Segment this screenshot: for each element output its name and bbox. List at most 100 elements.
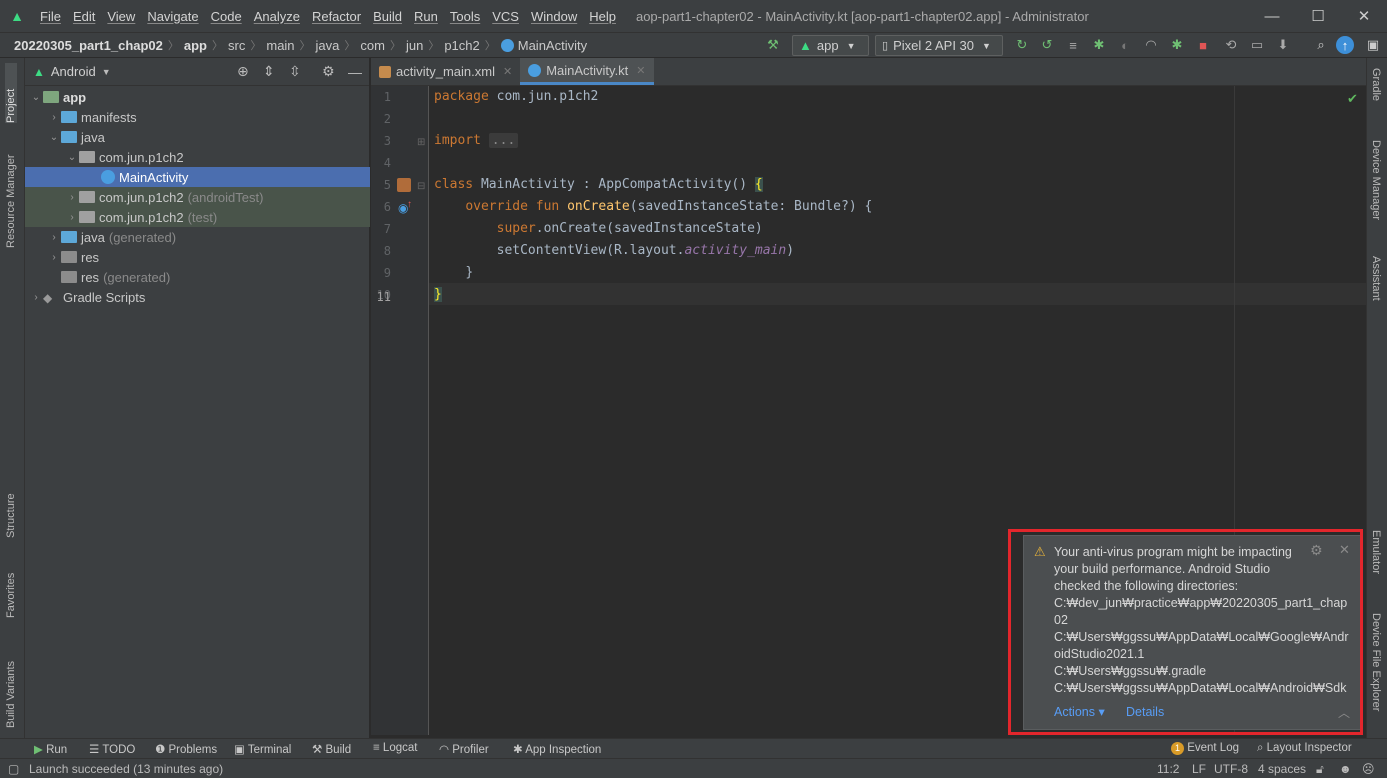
caret-position[interactable]: 11:2 [1157,762,1179,776]
tree-item-java-generated[interactable]: › java (generated) [25,227,370,247]
details-link[interactable]: Details [1126,704,1164,721]
tool-terminal[interactable]: ▣ Terminal [234,742,291,756]
sdk-manager-icon[interactable]: ⬇ [1272,34,1294,56]
tab-structure[interactable]: Structure [5,473,17,538]
search-icon[interactable]: ⌕ [1310,34,1332,56]
close-tab-icon[interactable]: ✕ [636,64,645,77]
chevron-up-icon[interactable]: ︿ [1338,704,1350,721]
collapse-all-icon[interactable]: ⇳ [289,63,301,80]
tool-profiler[interactable]: ◠ Profiler [439,742,489,756]
stop-icon[interactable]: ■ [1192,34,1214,56]
breadcrumb-mainactivity[interactable]: MainActivity [518,38,587,53]
indent-setting[interactable]: 4 spaces [1258,762,1306,776]
expand-all-icon[interactable]: ⇕ [263,63,275,80]
tool-run[interactable]: ▶ Run [34,742,67,756]
update-icon[interactable]: ↑ [1336,36,1354,54]
menu-analyze[interactable]: Analyze [248,9,306,24]
status-message[interactable]: Launch succeeded (13 minutes ago) [29,762,223,776]
close-icon[interactable]: ✕ [1341,0,1387,32]
breadcrumb-jun[interactable]: jun [406,38,423,53]
breadcrumb-src[interactable]: src [228,38,245,53]
chevron-down-icon[interactable]: ⌄ [29,92,43,103]
coverage-icon[interactable]: ≡ [1062,34,1084,56]
fold-icon[interactable]: ⊞ [417,137,425,148]
tool-todo[interactable]: ☰ TODO [89,742,135,756]
menu-code[interactable]: Code [205,9,248,24]
tab-gradle[interactable]: Gradle [1370,68,1382,101]
tree-item-res[interactable]: › res [25,247,370,267]
account-icon[interactable]: ▣ [1362,34,1384,56]
breadcrumb-java[interactable]: java [316,38,340,53]
tool-app-inspection[interactable]: ✱ App Inspection [513,742,601,756]
tab-mainactivity-kt[interactable]: MainActivity.kt ✕ [520,58,654,85]
tab-device-manager[interactable]: Device Manager [1370,140,1382,220]
inspection-face-icon[interactable]: ☻ [1339,762,1352,776]
menu-help[interactable]: Help [583,9,622,24]
close-tab-icon[interactable]: ✕ [503,65,512,78]
tool-layout-inspector[interactable]: ⌕ Layout Inspector [1257,742,1352,755]
debug-icon[interactable]: ✱ [1088,34,1110,56]
inspection-ok-icon[interactable]: ✔ [1347,91,1358,107]
breadcrumb-project[interactable]: 20220305_part1_chap02 [14,38,163,53]
layout-xml-gutter-icon[interactable] [397,178,411,192]
tab-favorites[interactable]: Favorites [5,553,17,618]
apply-changes-icon[interactable]: ↻ [1011,34,1033,56]
chevron-right-icon[interactable]: › [47,252,61,263]
menu-edit[interactable]: Edit [67,9,101,24]
attach-process-icon[interactable]: ✱ [1166,34,1188,56]
breadcrumb-main[interactable]: main [266,38,294,53]
tab-emulator[interactable]: Emulator [1370,530,1382,574]
tab-device-file-explorer[interactable]: Device File Explorer [1370,613,1382,711]
tree-item-manifests[interactable]: › manifests [25,107,370,127]
tree-item-package-main[interactable]: ⌄ com.jun.p1ch2 [25,147,370,167]
chevron-right-icon[interactable]: › [29,292,43,303]
chevron-right-icon[interactable]: › [65,192,79,203]
tab-resource-manager[interactable]: Resource Manager [5,138,17,248]
chevron-right-icon[interactable]: › [47,112,61,123]
menu-view[interactable]: View [101,9,141,24]
hide-panel-icon[interactable]: — [348,64,362,80]
menu-build[interactable]: Build [367,9,408,24]
file-encoding[interactable]: UTF-8 [1214,762,1248,776]
build-hammer-icon[interactable]: ⚒ [762,34,784,56]
device-manager-icon[interactable]: ▭ [1246,34,1268,56]
menu-file[interactable]: File [34,9,67,24]
actions-link[interactable]: Actions ▾ [1054,704,1105,721]
run-config-selector[interactable]: ▲ app ▼ [792,35,869,56]
sync-gradle-icon[interactable]: ⟲ [1220,34,1242,56]
toggle-tool-windows-icon[interactable]: ▢ [8,762,19,776]
tree-item-java[interactable]: ⌄ java [25,127,370,147]
tree-item-gradle-scripts[interactable]: › ◆ Gradle Scripts [25,287,370,307]
tool-event-log[interactable]: 1 Event Log [1171,742,1239,755]
project-view-selector[interactable]: Android [51,64,96,79]
tab-build-variants[interactable]: Build Variants [5,633,17,728]
chevron-down-icon[interactable]: ⌄ [65,152,79,163]
tree-item-app[interactable]: ⌄ app [25,87,370,107]
gear-icon[interactable]: ⚙ [322,63,335,80]
chevron-down-icon[interactable]: ▼ [102,67,111,77]
minimize-icon[interactable]: — [1249,0,1295,32]
attach-debugger-icon[interactable]: ◐ [1114,34,1136,56]
tab-assistant[interactable]: Assistant [1370,256,1382,301]
device-selector[interactable]: ▯ Pixel 2 API 30 ▼ [875,35,1003,56]
fold-icon[interactable]: ⊟ [417,181,425,192]
line-separator[interactable]: LF [1192,762,1206,776]
profile-icon[interactable]: ◠ [1140,34,1162,56]
tab-activity-main-xml[interactable]: activity_main.xml ✕ [371,58,520,85]
tree-item-package-test[interactable]: › com.jun.p1ch2 (test) [25,207,370,227]
menu-vcs[interactable]: VCS [486,9,525,24]
tool-problems[interactable]: ❶ Problems [155,742,217,756]
maximize-icon[interactable]: ☐ [1295,0,1341,32]
apply-code-changes-icon[interactable]: ↺ [1036,34,1058,56]
tree-item-mainactivity[interactable]: MainActivity [25,167,370,187]
close-icon[interactable]: ✕ [1339,542,1350,558]
menu-tools[interactable]: Tools [444,9,486,24]
chevron-down-icon[interactable]: ⌄ [47,132,61,143]
breadcrumb-com[interactable]: com [360,38,385,53]
menu-navigate[interactable]: Navigate [141,9,204,24]
feedback-face-icon[interactable]: ☹ [1362,762,1375,776]
menu-window[interactable]: Window [525,9,583,24]
tool-logcat[interactable]: ≡ Logcat [373,742,417,754]
lock-icon[interactable]: 🔓︎ [1316,762,1324,777]
tree-item-package-androidtest[interactable]: › com.jun.p1ch2 (androidTest) [25,187,370,207]
